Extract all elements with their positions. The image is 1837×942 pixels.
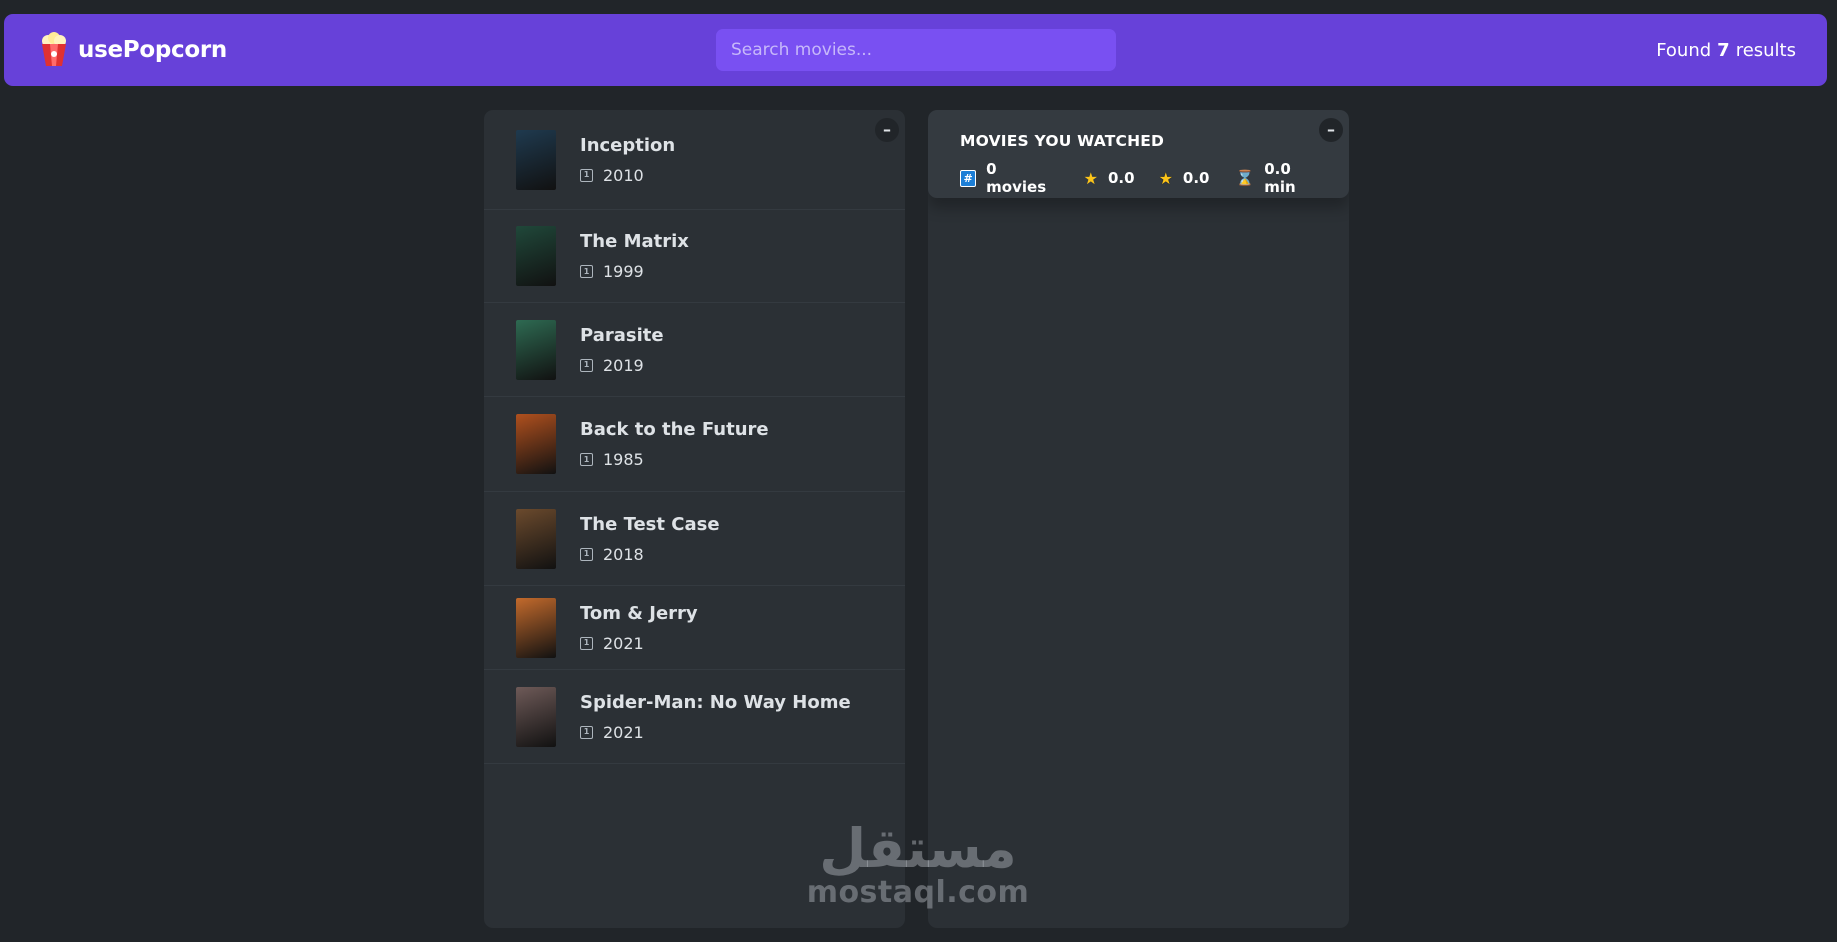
movie-poster <box>516 414 556 474</box>
hourglass-icon: ⌛ <box>1235 169 1255 187</box>
movie-list-item[interactable]: Inception 1 2010 <box>484 110 905 210</box>
navbar: usePopcorn Found 7 results <box>4 14 1827 86</box>
movie-year-row: 1 2018 <box>580 545 720 564</box>
calendar-icon: 1 <box>580 168 593 182</box>
collapse-watched-button[interactable]: – <box>1319 118 1343 142</box>
movie-list-item[interactable]: Spider-Man: No Way Home 1 2021 <box>484 670 905 764</box>
movie-year: 2021 <box>603 633 644 653</box>
watched-count: 0 movies <box>986 160 1047 196</box>
movie-info: Parasite 1 2019 <box>580 325 664 375</box>
user-star-icon: ★ <box>1158 168 1173 188</box>
movie-poster <box>516 129 556 190</box>
collapse-list-button[interactable]: – <box>875 118 899 142</box>
stat-count: # 0 movies <box>960 160 1058 196</box>
movie-year-row: 1 2010 <box>580 166 675 185</box>
movie-year-row: 1 1999 <box>580 262 689 281</box>
search-input[interactable] <box>716 29 1116 71</box>
movie-title: Inception <box>580 134 676 156</box>
watched-box: Movies you watched # 0 movies ★ 0.0 ★ 0.… <box>928 110 1349 928</box>
movie-year-row: 1 1985 <box>580 450 769 469</box>
calendar-icon: 1 <box>580 636 593 650</box>
movie-year-row: 1 2021 <box>580 634 698 653</box>
movie-list-box: – Inception 1 2010 The Matrix 1 1999 Parasite 1… <box>484 110 905 928</box>
calendar-icon: 1 <box>580 725 593 739</box>
movie-list-item[interactable]: The Test Case 1 2018 <box>484 492 905 586</box>
movie-poster <box>516 508 556 569</box>
movie-info: Spider-Man: No Way Home 1 2021 <box>580 692 851 742</box>
watched-heading: Movies you watched <box>960 132 1165 150</box>
movie-title: Tom & Jerry <box>580 602 698 624</box>
movie-title: The Matrix <box>580 231 689 252</box>
movie-info: Inception 1 2010 <box>580 135 675 185</box>
movie-info: The Test Case 1 2018 <box>580 514 720 564</box>
movie-list-item[interactable]: Tom & Jerry 1 2021 <box>484 586 905 670</box>
watched-summary: Movies you watched # 0 movies ★ 0.0 ★ 0.… <box>928 110 1349 198</box>
results-suffix: results <box>1735 39 1796 61</box>
user-rating-value: 0.0 <box>1182 169 1210 187</box>
popcorn-icon <box>42 32 66 66</box>
calendar-icon: 1 <box>580 358 593 372</box>
imdb-rating-value: 0.0 <box>1108 169 1135 187</box>
results-prefix: Found <box>1656 39 1712 61</box>
movie-year-row: 1 2021 <box>580 723 851 742</box>
stat-runtime: ⌛ 0.0 min <box>1236 160 1324 196</box>
movie-list-item[interactable]: Back to the Future 1 1985 <box>484 397 905 492</box>
movie-info: The Matrix 1 1999 <box>580 231 689 281</box>
calendar-icon: 1 <box>580 453 593 466</box>
movie-title: Back to the Future <box>580 419 769 440</box>
movie-poster <box>516 597 556 658</box>
hash-icon: # <box>960 169 977 187</box>
movie-title: Parasite <box>580 324 664 346</box>
movie-list-item[interactable]: The Matrix 1 1999 <box>484 210 905 303</box>
movie-year: 2010 <box>603 165 644 185</box>
movie-poster <box>516 226 556 286</box>
stat-imdb-rating: ★ 0.0 <box>1084 169 1135 188</box>
calendar-icon: 1 <box>580 547 593 561</box>
results-count: Found 7 results <box>1656 14 1796 86</box>
movie-year-row: 1 2019 <box>580 356 664 375</box>
movie-year: 2018 <box>603 544 644 564</box>
star-icon: ★ <box>1083 168 1098 188</box>
movie-info: Tom & Jerry 1 2021 <box>580 603 698 653</box>
movie-year: 1985 <box>603 450 644 469</box>
movie-list-item[interactable]: Parasite 1 2019 <box>484 303 905 397</box>
movie-year: 2019 <box>603 355 644 375</box>
logo: usePopcorn <box>40 14 227 86</box>
movie-list: Inception 1 2010 The Matrix 1 1999 Parasite 1 20… <box>484 110 905 764</box>
calendar-icon: 1 <box>580 265 593 278</box>
movie-poster <box>516 686 556 747</box>
stat-user-rating: ★ 0.0 <box>1159 169 1210 188</box>
movie-year: 2021 <box>603 722 644 742</box>
logo-text: usePopcorn <box>78 37 227 63</box>
movie-info: Back to the Future 1 1985 <box>580 419 769 469</box>
movie-title: Spider-Man: No Way Home <box>580 691 851 713</box>
watched-stats: # 0 movies ★ 0.0 ★ 0.0 ⌛ 0.0 min <box>960 160 1349 196</box>
results-number: 7 <box>1717 39 1730 61</box>
movie-year: 1999 <box>603 262 644 281</box>
runtime-value: 0.0 min <box>1264 160 1296 196</box>
movie-title: The Test Case <box>580 513 720 535</box>
movie-poster <box>516 319 556 380</box>
